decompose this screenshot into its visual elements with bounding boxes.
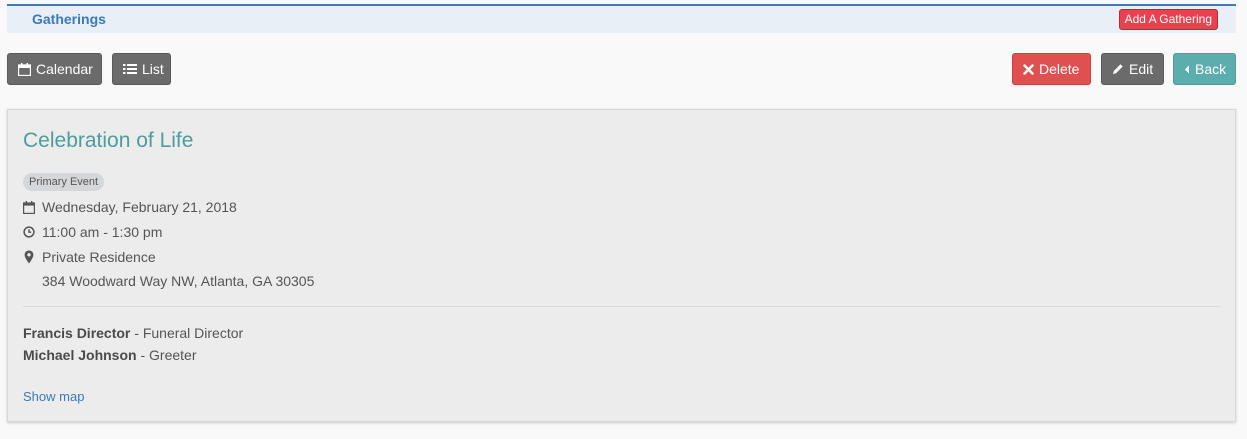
location-address: 384 Woodward Way NW, Atlanta, GA 30305 (42, 273, 315, 289)
event-title: Celebration of Life (23, 129, 194, 152)
staff-role: - Funeral Director (130, 325, 244, 341)
calendar-view-button[interactable]: Calendar (7, 53, 102, 85)
calendar-icon (23, 200, 35, 214)
event-location-row: Private Residence (23, 248, 156, 266)
staff-name: Michael Johnson (23, 347, 137, 363)
list-button-label: List (142, 61, 164, 77)
page-title: Gatherings (32, 11, 106, 27)
location-name: Private Residence (42, 249, 156, 265)
close-icon (1023, 63, 1034, 75)
list-view-button[interactable]: List (112, 53, 171, 85)
staff-role: - Greeter (136, 347, 197, 363)
staff-name: Francis Director (23, 325, 131, 341)
list-icon (123, 63, 137, 75)
back-button[interactable]: Back (1173, 53, 1236, 85)
calendar-button-label: Calendar (36, 61, 93, 77)
add-gathering-button[interactable]: Add A Gathering (1118, 9, 1218, 30)
calendar-icon (18, 62, 31, 76)
staff-item: Michael Johnson - Greeter (23, 347, 196, 363)
event-date-row: Wednesday, February 21, 2018 (23, 198, 237, 216)
page-header: Gatherings Add A Gathering (7, 4, 1236, 33)
show-map-link[interactable]: Show map (23, 389, 84, 404)
chevron-left-icon (1184, 65, 1190, 74)
divider (23, 306, 1220, 307)
event-card: Celebration of Life Primary Event Wednes… (7, 109, 1236, 422)
event-time-row: 11:00 am - 1:30 pm (23, 223, 162, 241)
event-type-badge: Primary Event (23, 173, 105, 191)
edit-button[interactable]: Edit (1101, 53, 1164, 85)
staff-item: Francis Director - Funeral Director (23, 325, 243, 341)
event-time: 11:00 am - 1:30 pm (42, 224, 163, 240)
event-date: Wednesday, February 21, 2018 (42, 199, 237, 215)
edit-button-label: Edit (1129, 61, 1154, 77)
map-marker-icon (23, 250, 35, 264)
pencil-icon (1112, 63, 1124, 75)
clock-icon (23, 225, 35, 239)
delete-button-label: Delete (1039, 61, 1080, 77)
delete-button[interactable]: Delete (1012, 53, 1091, 85)
back-button-label: Back (1195, 61, 1227, 77)
